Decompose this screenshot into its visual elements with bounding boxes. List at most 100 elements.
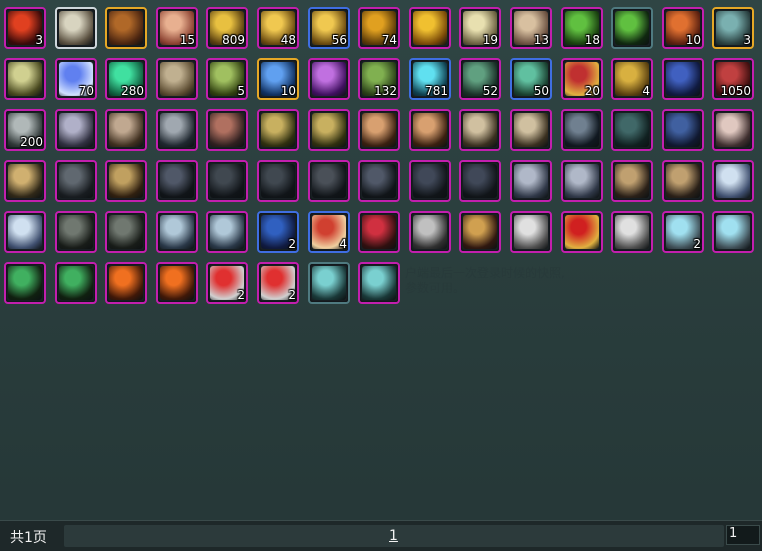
inventory-slot[interactable]: 48: [257, 7, 299, 49]
inventory-slot[interactable]: [308, 262, 350, 304]
inventory-slot[interactable]: [55, 7, 97, 49]
silk-robe-icon: [210, 215, 244, 249]
inventory-slot[interactable]: 2: [257, 211, 299, 253]
inventory-slot[interactable]: 3: [712, 7, 754, 49]
inventory-slot[interactable]: 13: [510, 7, 552, 49]
inventory-slot[interactable]: [4, 262, 46, 304]
inventory-slot[interactable]: 19: [459, 7, 501, 49]
inventory-slot[interactable]: [611, 109, 653, 151]
inventory-slot[interactable]: [55, 160, 97, 202]
inventory-slot[interactable]: 15: [156, 7, 198, 49]
inventory-slot[interactable]: [409, 7, 451, 49]
item-count: 2: [693, 237, 701, 251]
inventory-slot[interactable]: [409, 109, 451, 151]
inventory-slot[interactable]: [156, 262, 198, 304]
inventory-slot[interactable]: [257, 160, 299, 202]
inventory-slot[interactable]: [206, 211, 248, 253]
inventory-slot[interactable]: [611, 7, 653, 49]
item-count: 48: [280, 33, 296, 47]
inventory-slot[interactable]: 3: [4, 7, 46, 49]
inventory-slot[interactable]: [105, 7, 147, 49]
boots-icon: [160, 113, 194, 147]
inventory-slot[interactable]: 4: [308, 211, 350, 253]
inventory-slot[interactable]: [206, 160, 248, 202]
inventory-slot[interactable]: [358, 211, 400, 253]
inventory-slot[interactable]: [662, 109, 704, 151]
inventory-slot[interactable]: [611, 160, 653, 202]
page-link-1[interactable]: 1: [389, 528, 398, 544]
inventory-slot[interactable]: 10: [662, 7, 704, 49]
inventory-slot[interactable]: [561, 211, 603, 253]
inventory-slot[interactable]: [206, 109, 248, 151]
inventory-slot[interactable]: 52: [459, 58, 501, 100]
inventory-slot[interactable]: [4, 58, 46, 100]
inventory-slot[interactable]: [358, 109, 400, 151]
inventory-slot[interactable]: [55, 211, 97, 253]
inventory-slot[interactable]: [308, 109, 350, 151]
blue-book-icon: [666, 62, 700, 96]
inventory-slot[interactable]: [4, 160, 46, 202]
inventory-slot[interactable]: 280: [105, 58, 147, 100]
inventory-slot[interactable]: [459, 109, 501, 151]
silk-robe-icon: [160, 215, 194, 249]
gold-necklace-icon: [463, 215, 497, 249]
inventory-slot[interactable]: [510, 160, 552, 202]
inventory-slot[interactable]: [712, 160, 754, 202]
inventory-slot[interactable]: [459, 211, 501, 253]
inventory-slot[interactable]: 200: [4, 109, 46, 151]
inventory-slot[interactable]: [561, 109, 603, 151]
inventory-slot[interactable]: [156, 160, 198, 202]
inventory-slot[interactable]: 56: [308, 7, 350, 49]
inventory-slot[interactable]: 132: [358, 58, 400, 100]
hairpin-icon: [109, 164, 143, 198]
inventory-slot[interactable]: [308, 160, 350, 202]
crossed-blades-icon: [413, 113, 447, 147]
inventory-slot[interactable]: [105, 262, 147, 304]
inventory-slot[interactable]: 50: [510, 58, 552, 100]
inventory-slot[interactable]: [459, 160, 501, 202]
inventory-slot[interactable]: [156, 109, 198, 151]
inventory-slot[interactable]: [105, 160, 147, 202]
inventory-slot[interactable]: [611, 211, 653, 253]
inventory-slot[interactable]: [308, 58, 350, 100]
coiled-belt-icon: [109, 215, 143, 249]
inventory-slot[interactable]: 781: [409, 58, 451, 100]
inventory-slot[interactable]: [510, 211, 552, 253]
page-number-value[interactable]: 1: [729, 526, 737, 541]
inventory-slot[interactable]: [105, 109, 147, 151]
item-count: 56: [331, 33, 347, 47]
inventory-slot[interactable]: [55, 262, 97, 304]
inventory-slot[interactable]: [55, 109, 97, 151]
inventory-slot[interactable]: 74: [358, 7, 400, 49]
inventory-slot[interactable]: [409, 211, 451, 253]
inventory-slot[interactable]: [510, 109, 552, 151]
inventory-slot[interactable]: 18: [561, 7, 603, 49]
inventory-slot[interactable]: [156, 211, 198, 253]
inventory-slot[interactable]: [105, 211, 147, 253]
inventory-slot[interactable]: [662, 160, 704, 202]
inventory-slot[interactable]: 4: [611, 58, 653, 100]
inventory-slot[interactable]: [561, 160, 603, 202]
inventory-slot[interactable]: [662, 58, 704, 100]
inventory-slot[interactable]: [257, 109, 299, 151]
inventory-slot[interactable]: 2: [206, 262, 248, 304]
inventory-slot[interactable]: [358, 262, 400, 304]
crossed-daggers-icon: [463, 113, 497, 147]
inventory-slot[interactable]: 5: [206, 58, 248, 100]
inventory-slot[interactable]: [358, 160, 400, 202]
inventory-slot[interactable]: 70: [55, 58, 97, 100]
inventory-slot[interactable]: 1050: [712, 58, 754, 100]
inventory-slot[interactable]: 2: [662, 211, 704, 253]
inventory-slot[interactable]: [712, 211, 754, 253]
inventory-slot[interactable]: [156, 58, 198, 100]
inventory-slot[interactable]: 20: [561, 58, 603, 100]
inventory-slot[interactable]: [712, 109, 754, 151]
inventory-slot[interactable]: 809: [206, 7, 248, 49]
inventory-slot[interactable]: 2: [257, 262, 299, 304]
inventory-slot[interactable]: [4, 211, 46, 253]
dark-robe-icon: [59, 164, 93, 198]
inventory-grid: 3 15 809 48 56 74 19 13 18 10 3 70 280 5 10 132 781 52 50 2…: [0, 0, 762, 310]
inventory-slot[interactable]: [409, 160, 451, 202]
hint-line-2: 参数可用。: [405, 281, 466, 295]
inventory-slot[interactable]: 10: [257, 58, 299, 100]
